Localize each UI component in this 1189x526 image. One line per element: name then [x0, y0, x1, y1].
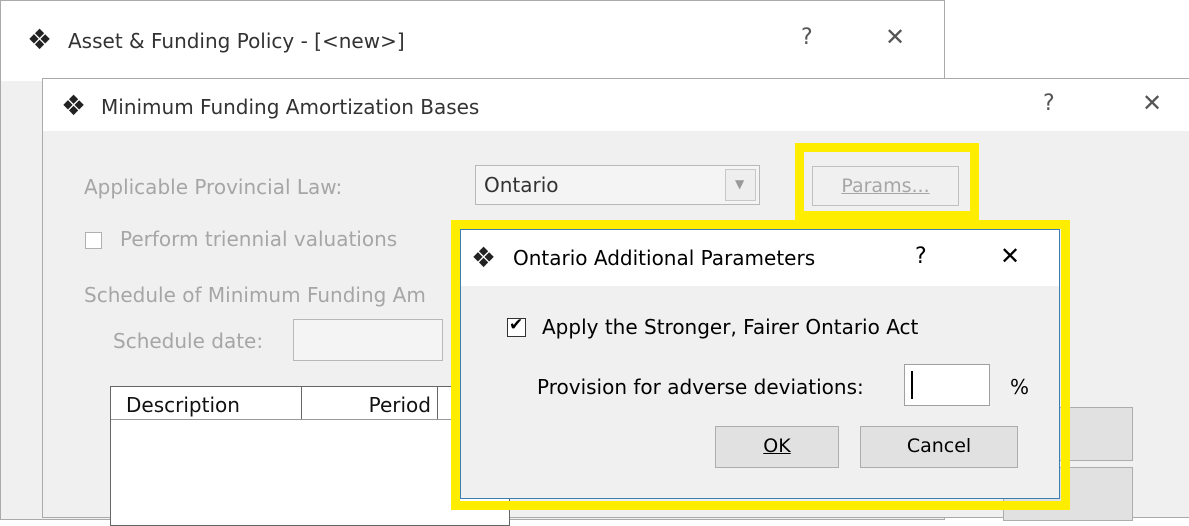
ontario-parameters-dialog: ❖ Ontario Additional Parameters ? ✕ ✔ Ap… [460, 229, 1060, 499]
outer-title-bar: ❖ Asset & Funding Policy - [<new>] ? ✕ [1, 1, 944, 81]
dialog-help-button[interactable]: ? [915, 244, 927, 269]
pfad-label: Provision for adverse deviations: [537, 375, 864, 399]
apply-act-label: Apply the Stronger, Fairer Ontario Act [542, 315, 919, 339]
schedule-date-label: Schedule date: [113, 329, 264, 353]
checkmark-icon: ✔ [509, 315, 524, 335]
pfad-unit: % [1010, 375, 1030, 399]
schedule-date-input[interactable] [293, 319, 443, 361]
triennial-checkbox[interactable] [85, 232, 102, 249]
text-cursor [911, 371, 913, 399]
provincial-law-value: Ontario [484, 173, 559, 197]
amortization-bases-table: Description Period [110, 386, 511, 526]
ok-button[interactable]: OK [715, 426, 839, 468]
cancel-button-label: Cancel [906, 435, 972, 457]
amort-title-bar: ❖ Minimum Funding Amortization Bases ? ✕ [43, 79, 1189, 131]
pfad-input[interactable] [904, 364, 990, 406]
provincial-law-label: Applicable Provincial Law: [84, 175, 343, 199]
apply-act-checkbox[interactable]: ✔ [507, 315, 526, 337]
amort-help-button[interactable]: ? [1043, 91, 1055, 116]
column-header-period[interactable]: Period [302, 387, 438, 419]
dropdown-arrow-button[interactable]: ▼ [725, 169, 756, 201]
outer-window-title: Asset & Funding Policy - [<new>] [68, 29, 405, 53]
column-header-description-label: Description [126, 393, 240, 417]
column-header-period-label: Period [368, 393, 431, 417]
schedule-heading: Schedule of Minimum Funding Am [84, 283, 426, 307]
amort-close-button[interactable]: ✕ [1142, 89, 1162, 117]
cancel-button[interactable]: Cancel [860, 426, 1018, 468]
ok-button-label: OK [763, 435, 791, 457]
params-button-highlight [795, 143, 979, 220]
app-logo-icon: ❖ [471, 241, 497, 274]
dialog-title: Ontario Additional Parameters [513, 246, 816, 270]
chevron-down-icon: ▼ [735, 177, 745, 191]
outer-help-button[interactable]: ? [801, 25, 813, 50]
column-header-description[interactable]: Description [111, 387, 302, 419]
triennial-label: Perform triennial valuations [120, 227, 398, 251]
app-logo-icon: ❖ [27, 23, 53, 56]
provincial-law-select[interactable]: Ontario ▼ [475, 165, 760, 205]
outer-close-button[interactable]: ✕ [885, 23, 905, 51]
amort-window-title: Minimum Funding Amortization Bases [101, 95, 480, 119]
app-logo-icon: ❖ [61, 89, 87, 122]
dialog-title-bar: ❖ Ontario Additional Parameters ? ✕ [461, 230, 1059, 286]
dialog-close-button[interactable]: ✕ [1000, 242, 1020, 270]
